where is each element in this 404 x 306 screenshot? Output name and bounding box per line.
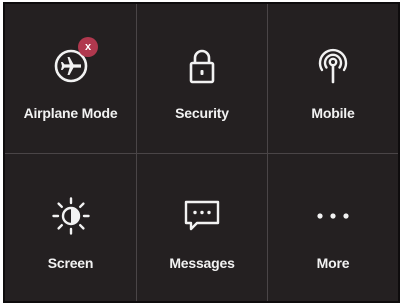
tile-label: Messages	[169, 255, 235, 271]
lock-icon	[180, 44, 224, 88]
tile-label: Airplane Mode	[23, 105, 118, 121]
tile-screen[interactable]: Screen	[5, 154, 137, 301]
antenna-icon	[311, 44, 355, 88]
tile-messages[interactable]: Messages	[137, 154, 268, 301]
tile-security[interactable]: Security	[137, 4, 268, 154]
disabled-badge: x	[78, 37, 98, 57]
tile-airplane-mode[interactable]: x Airplane Mode	[5, 4, 137, 154]
quick-settings-panel: x Airplane Mode Security Mobile Screen M…	[3, 2, 400, 303]
brightness-icon	[49, 194, 93, 238]
tile-mobile[interactable]: Mobile	[268, 4, 398, 154]
more-icon	[311, 194, 355, 238]
tile-more[interactable]: More	[268, 154, 398, 301]
message-icon	[180, 194, 224, 238]
tile-label: More	[316, 255, 350, 271]
quick-settings-grid: x Airplane Mode Security Mobile Screen M…	[5, 4, 398, 301]
tile-label: Screen	[47, 255, 94, 271]
tile-label: Security	[175, 105, 229, 121]
tile-label: Mobile	[311, 105, 355, 121]
